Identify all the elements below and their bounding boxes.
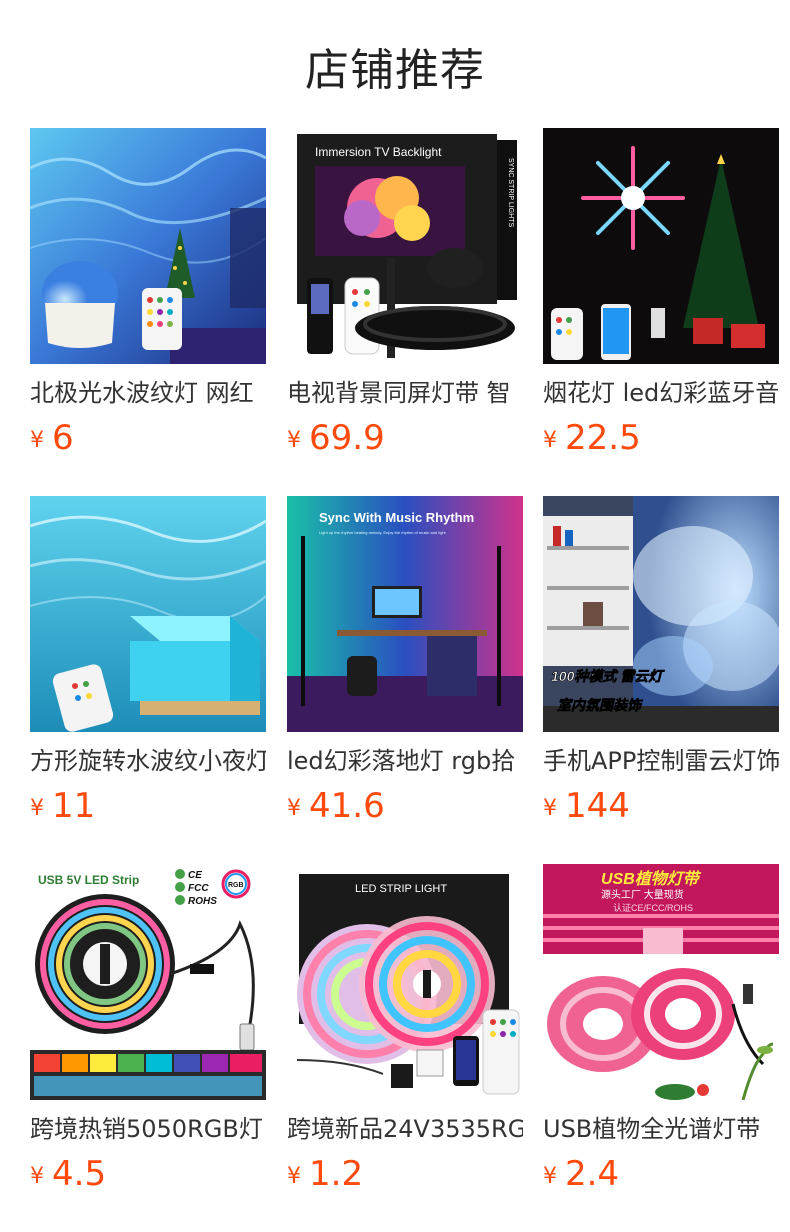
product-image[interactable]: 100种模式 雷云灯 室内氛围装饰 [543,496,779,732]
image-caption-cert: 认证CE/FCC/ROHS [613,902,693,913]
price-value: 22.5 [565,418,641,458]
image-caption-sub: 室内氛围装饰 [557,697,644,713]
currency-symbol: ¥ [30,428,44,453]
product-image[interactable]: LED STRIP LIGHT [287,864,523,1100]
currency-symbol: ¥ [30,1164,44,1189]
product-image[interactable]: USB 5V LED Strip CE FCC ROHS RGB [30,864,266,1100]
product-image[interactable] [30,496,266,732]
image-caption-sub: 源头工厂 大量现货 [601,888,684,901]
currency-symbol: ¥ [287,1164,301,1189]
price-value: 11 [52,786,96,826]
price-value: 41.6 [309,786,385,826]
product-card[interactable]: Sync With Music Rhythm Light up the rhyt… [287,496,523,826]
product-name[interactable]: 手机APP控制雷云灯饰 [543,746,779,776]
product-price: ¥2.4 [543,1154,619,1194]
product-image[interactable]: Immersion TV Backlight SYNC STRIP LIGHTS [287,128,523,364]
product-image[interactable]: Sync With Music Rhythm Light up the rhyt… [287,496,523,732]
product-card[interactable]: Immersion TV Backlight SYNC STRIP LIGHTS… [287,128,523,458]
price-value: 1.2 [309,1154,364,1194]
product-name[interactable]: 北极光水波纹灯 网红 [30,378,266,408]
product-name[interactable]: 跨境热销5050RGB灯 [30,1114,266,1144]
product-price: ¥22.5 [543,418,641,458]
image-caption: LED STRIP LIGHT [355,883,447,895]
product-name[interactable]: 电视背景同屏灯带 智 [287,378,523,408]
product-name[interactable]: 烟花灯 led幻彩蓝牙音 [543,378,779,408]
product-card[interactable]: 100种模式 雷云灯 室内氛围装饰 手机APP控制雷云灯饰 ¥144 [543,496,779,826]
image-caption-sub: Light up the rhythm beating melody. Enjo… [319,530,447,535]
image-caption: 100种模式 雷云灯 [551,668,665,684]
product-name[interactable]: 方形旋转水波纹小夜灯 [30,746,266,776]
product-price: ¥4.5 [30,1154,106,1194]
product-name[interactable]: led幻彩落地灯 rgb拾 [287,746,523,776]
product-image[interactable] [30,128,266,364]
currency-symbol: ¥ [287,796,301,821]
price-value: 2.4 [565,1154,620,1194]
currency-symbol: ¥ [543,796,557,821]
product-card[interactable]: USB 5V LED Strip CE FCC ROHS RGB 跨境热销505… [30,864,266,1194]
product-price: ¥69.9 [287,418,385,458]
image-caption: Sync With Music Rhythm [319,510,474,525]
price-value: 6 [52,418,74,458]
currency-symbol: ¥ [287,428,301,453]
cert-ce: CE [188,870,202,881]
product-price: ¥1.2 [287,1154,363,1194]
product-image[interactable] [543,128,779,364]
currency-symbol: ¥ [543,1164,557,1189]
product-price: ¥11 [30,786,95,826]
image-caption: USB植物灯带 [601,870,702,888]
page-title: 店铺推荐 [305,45,485,96]
product-card[interactable]: 方形旋转水波纹小夜灯 ¥11 [30,496,266,826]
product-name[interactable]: USB植物全光谱灯带 [543,1114,779,1144]
rgb-badge: RGB [228,882,244,889]
product-price: ¥6 [30,418,74,458]
image-caption-side: SYNC STRIP LIGHTS [507,158,514,227]
product-card[interactable]: USB植物灯带 源头工厂 大量现货 认证CE/FCC/ROHS USB植物全光谱… [543,864,779,1194]
product-image[interactable]: USB植物灯带 源头工厂 大量现货 认证CE/FCC/ROHS [543,864,779,1100]
cert-fcc: FCC [188,883,209,894]
product-card[interactable]: 烟花灯 led幻彩蓝牙音 ¥22.5 [543,128,779,458]
currency-symbol: ¥ [543,428,557,453]
product-price: ¥144 [543,786,630,826]
product-card[interactable]: LED STRIP LIGHT 跨境新品24V3535RG ¥1.2 [287,864,523,1194]
price-value: 144 [565,786,630,826]
product-name[interactable]: 跨境新品24V3535RG [287,1114,523,1144]
cert-rohs: ROHS [188,896,217,907]
image-caption: Immersion TV Backlight [315,145,442,159]
product-price: ¥41.6 [287,786,385,826]
product-card[interactable]: 北极光水波纹灯 网红 ¥6 [30,128,266,458]
price-value: 69.9 [309,418,385,458]
image-caption: USB 5V LED Strip [38,873,139,887]
currency-symbol: ¥ [30,796,44,821]
price-value: 4.5 [52,1154,107,1194]
